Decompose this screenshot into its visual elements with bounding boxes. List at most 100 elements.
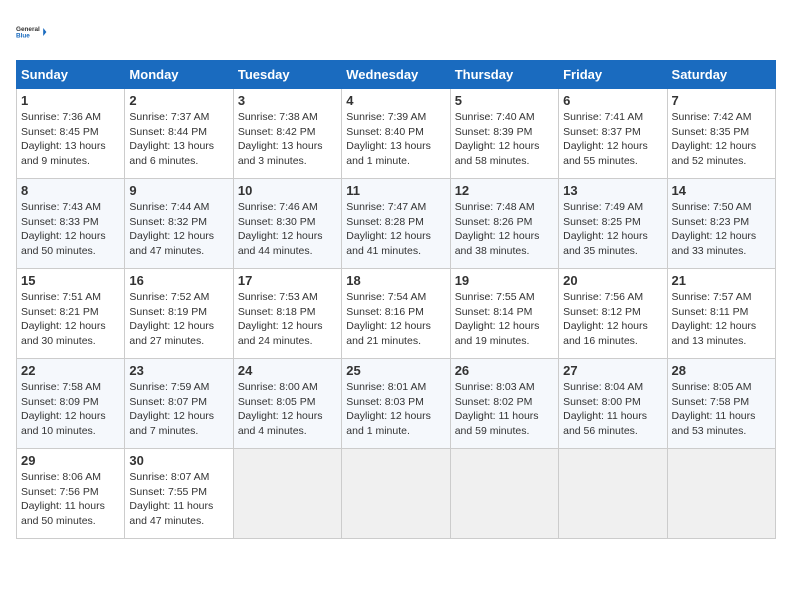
calendar-cell: 19 Sunrise: 7:55 AMSunset: 8:14 PMDayligh…	[450, 269, 558, 359]
cell-content: Sunrise: 7:40 AMSunset: 8:39 PMDaylight:…	[455, 110, 554, 169]
header-wednesday: Wednesday	[342, 61, 450, 89]
day-number: 15	[21, 273, 120, 288]
day-number: 13	[563, 183, 662, 198]
day-number: 8	[21, 183, 120, 198]
day-number: 14	[672, 183, 771, 198]
calendar-cell: 2 Sunrise: 7:37 AMSunset: 8:44 PMDaylight…	[125, 89, 233, 179]
calendar-cell: 5Sunrise: 7:40 AMSunset: 8:39 PMDaylight…	[450, 89, 558, 179]
page-header: GeneralBlue	[16, 16, 776, 48]
calendar-cell: 25 Sunrise: 8:01 AMSunset: 8:03 PMDayligh…	[342, 359, 450, 449]
calendar-cell: 15Sunrise: 7:51 AMSunset: 8:21 PMDayligh…	[17, 269, 125, 359]
day-number: 3	[238, 93, 337, 108]
calendar-cell: 12 Sunrise: 7:48 AMSunset: 8:26 PMDayligh…	[450, 179, 558, 269]
day-number: 9	[129, 183, 228, 198]
day-number: 24	[238, 363, 337, 378]
day-number: 12	[455, 183, 554, 198]
calendar-cell: 21 Sunrise: 7:57 AMSunset: 8:11 PMDayligh…	[667, 269, 775, 359]
calendar-cell: 14 Sunrise: 7:50 AMSunset: 8:23 PMDayligh…	[667, 179, 775, 269]
calendar-cell: 8 Sunrise: 7:43 AMSunset: 8:33 PMDaylight…	[17, 179, 125, 269]
cell-content: Sunrise: 8:00 AMSunset: 8:05 PMDaylight:…	[238, 380, 337, 439]
cell-content: Sunrise: 7:39 AMSunset: 8:40 PMDaylight:…	[346, 110, 445, 169]
cell-content: Sunrise: 8:06 AMSunset: 7:56 PMDaylight:…	[21, 470, 120, 529]
cell-content: Sunrise: 7:43 AMSunset: 8:33 PMDaylight:…	[21, 200, 120, 259]
day-number: 2	[129, 93, 228, 108]
svg-text:General: General	[16, 26, 40, 33]
calendar-cell: 22Sunrise: 7:58 AMSunset: 8:09 PMDayligh…	[17, 359, 125, 449]
cell-content: Sunrise: 7:38 AMSunset: 8:42 PMDaylight:…	[238, 110, 337, 169]
calendar-week-row: 1 Sunrise: 7:36 AMSunset: 8:45 PMDaylight…	[17, 89, 776, 179]
calendar-cell: 11Sunrise: 7:47 AMSunset: 8:28 PMDayligh…	[342, 179, 450, 269]
calendar-cell: 18 Sunrise: 7:54 AMSunset: 8:16 PMDayligh…	[342, 269, 450, 359]
calendar-cell: 26Sunrise: 8:03 AMSunset: 8:02 PMDayligh…	[450, 359, 558, 449]
svg-text:Blue: Blue	[16, 33, 30, 40]
cell-content: Sunrise: 7:50 AMSunset: 8:23 PMDaylight:…	[672, 200, 771, 259]
header-sunday: Sunday	[17, 61, 125, 89]
cell-content: Sunrise: 7:55 AMSunset: 8:14 PMDaylight:…	[455, 290, 554, 349]
cell-content: Sunrise: 7:48 AMSunset: 8:26 PMDaylight:…	[455, 200, 554, 259]
calendar-cell: 17 Sunrise: 7:53 AMSunset: 8:18 PMDayligh…	[233, 269, 341, 359]
day-number: 27	[563, 363, 662, 378]
cell-content: Sunrise: 8:07 AMSunset: 7:55 PMDaylight:…	[129, 470, 228, 529]
day-number: 21	[672, 273, 771, 288]
calendar-cell	[559, 449, 667, 539]
calendar-cell: 16Sunrise: 7:52 AMSunset: 8:19 PMDayligh…	[125, 269, 233, 359]
cell-content: Sunrise: 7:49 AMSunset: 8:25 PMDaylight:…	[563, 200, 662, 259]
day-number: 7	[672, 93, 771, 108]
calendar-cell	[667, 449, 775, 539]
calendar-cell: 29 Sunrise: 8:06 AMSunset: 7:56 PMDayligh…	[17, 449, 125, 539]
day-number: 1	[21, 93, 120, 108]
cell-content: Sunrise: 7:36 AMSunset: 8:45 PMDaylight:…	[21, 110, 120, 169]
cell-content: Sunrise: 8:01 AMSunset: 8:03 PMDaylight:…	[346, 380, 445, 439]
cell-content: Sunrise: 7:58 AMSunset: 8:09 PMDaylight:…	[21, 380, 120, 439]
cell-content: Sunrise: 8:04 AMSunset: 8:00 PMDaylight:…	[563, 380, 662, 439]
calendar-cell	[450, 449, 558, 539]
cell-content: Sunrise: 7:47 AMSunset: 8:28 PMDaylight:…	[346, 200, 445, 259]
calendar-week-row: 29 Sunrise: 8:06 AMSunset: 7:56 PMDayligh…	[17, 449, 776, 539]
cell-content: Sunrise: 7:42 AMSunset: 8:35 PMDaylight:…	[672, 110, 771, 169]
day-number: 18	[346, 273, 445, 288]
cell-content: Sunrise: 7:41 AMSunset: 8:37 PMDaylight:…	[563, 110, 662, 169]
header-friday: Friday	[559, 61, 667, 89]
cell-content: Sunrise: 7:53 AMSunset: 8:18 PMDaylight:…	[238, 290, 337, 349]
calendar-cell: 10Sunrise: 7:46 AMSunset: 8:30 PMDayligh…	[233, 179, 341, 269]
logo: GeneralBlue	[16, 16, 48, 48]
day-number: 10	[238, 183, 337, 198]
header-saturday: Saturday	[667, 61, 775, 89]
calendar-cell	[342, 449, 450, 539]
day-number: 30	[129, 453, 228, 468]
calendar-cell: 3 Sunrise: 7:38 AMSunset: 8:42 PMDaylight…	[233, 89, 341, 179]
header-monday: Monday	[125, 61, 233, 89]
header-thursday: Thursday	[450, 61, 558, 89]
logo-icon: GeneralBlue	[16, 16, 48, 48]
day-number: 6	[563, 93, 662, 108]
cell-content: Sunrise: 7:37 AMSunset: 8:44 PMDaylight:…	[129, 110, 228, 169]
cell-content: Sunrise: 7:56 AMSunset: 8:12 PMDaylight:…	[563, 290, 662, 349]
cell-content: Sunrise: 7:54 AMSunset: 8:16 PMDaylight:…	[346, 290, 445, 349]
day-number: 20	[563, 273, 662, 288]
cell-content: Sunrise: 7:44 AMSunset: 8:32 PMDaylight:…	[129, 200, 228, 259]
calendar-cell: 20 Sunrise: 7:56 AMSunset: 8:12 PMDayligh…	[559, 269, 667, 359]
day-number: 26	[455, 363, 554, 378]
calendar-cell: 7 Sunrise: 7:42 AMSunset: 8:35 PMDaylight…	[667, 89, 775, 179]
day-number: 4	[346, 93, 445, 108]
day-number: 28	[672, 363, 771, 378]
calendar-cell: 23Sunrise: 7:59 AMSunset: 8:07 PMDayligh…	[125, 359, 233, 449]
calendar-cell: 9 Sunrise: 7:44 AMSunset: 8:32 PMDaylight…	[125, 179, 233, 269]
cell-content: Sunrise: 7:57 AMSunset: 8:11 PMDaylight:…	[672, 290, 771, 349]
calendar-week-row: 22Sunrise: 7:58 AMSunset: 8:09 PMDayligh…	[17, 359, 776, 449]
day-number: 29	[21, 453, 120, 468]
calendar-cell: 27 Sunrise: 8:04 AMSunset: 8:00 PMDayligh…	[559, 359, 667, 449]
calendar-cell: 24 Sunrise: 8:00 AMSunset: 8:05 PMDayligh…	[233, 359, 341, 449]
day-number: 17	[238, 273, 337, 288]
calendar-week-row: 8 Sunrise: 7:43 AMSunset: 8:33 PMDaylight…	[17, 179, 776, 269]
calendar-week-row: 15Sunrise: 7:51 AMSunset: 8:21 PMDayligh…	[17, 269, 776, 359]
calendar-table: SundayMondayTuesdayWednesdayThursdayFrid…	[16, 60, 776, 539]
calendar-cell: 4 Sunrise: 7:39 AMSunset: 8:40 PMDaylight…	[342, 89, 450, 179]
calendar-cell: 1 Sunrise: 7:36 AMSunset: 8:45 PMDaylight…	[17, 89, 125, 179]
calendar-cell: 28 Sunrise: 8:05 AMSunset: 7:58 PMDayligh…	[667, 359, 775, 449]
day-number: 19	[455, 273, 554, 288]
cell-content: Sunrise: 7:52 AMSunset: 8:19 PMDaylight:…	[129, 290, 228, 349]
day-number: 25	[346, 363, 445, 378]
cell-content: Sunrise: 8:05 AMSunset: 7:58 PMDaylight:…	[672, 380, 771, 439]
calendar-cell	[233, 449, 341, 539]
